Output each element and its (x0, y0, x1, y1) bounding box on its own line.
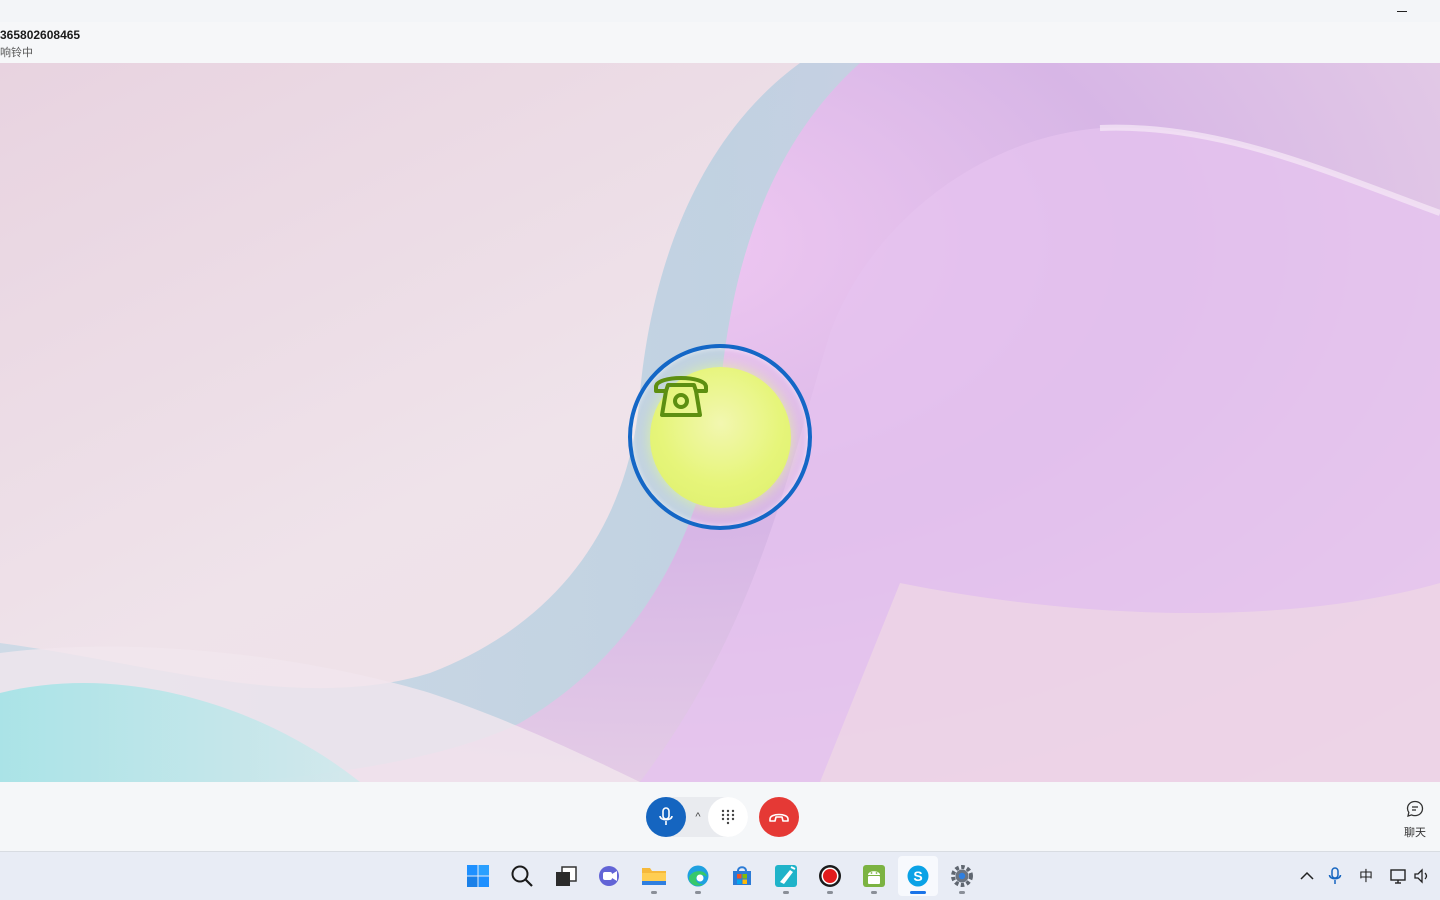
skype-icon: S (907, 865, 929, 887)
teams-chat-button[interactable] (590, 856, 630, 896)
microphone-icon (659, 807, 673, 825)
ime-indicator[interactable]: 中 (1354, 852, 1378, 900)
dialpad-button[interactable] (708, 797, 748, 837)
tray-volume[interactable] (1412, 852, 1432, 900)
broom-app-icon (775, 865, 797, 887)
tray-microphone[interactable] (1324, 852, 1346, 900)
chat-button[interactable]: 聊天 (1396, 800, 1434, 844)
caller-number: 365802608465 (0, 28, 81, 42)
mic-group: ^ (646, 797, 748, 837)
active-app-indicator (910, 891, 926, 894)
search-icon (511, 865, 533, 887)
record-icon (819, 865, 841, 887)
dialpad-icon (721, 809, 735, 825)
chevron-up-icon (1300, 871, 1314, 880)
edge-browser-icon (687, 865, 709, 887)
running-indicator (959, 891, 965, 894)
running-indicator (871, 891, 877, 894)
android-app-button[interactable] (854, 856, 894, 896)
mute-microphone-button[interactable] (646, 797, 686, 837)
call-status: 响铃中 (0, 47, 33, 59)
settings-gear-icon (951, 865, 973, 887)
running-indicator (783, 891, 789, 894)
task-view-button[interactable] (546, 856, 586, 896)
edge-browser-button[interactable] (678, 856, 718, 896)
microsoft-store-button[interactable] (722, 856, 762, 896)
folder-icon (642, 868, 666, 885)
tray-network[interactable] (1388, 852, 1410, 900)
taskbar: S 中 (0, 852, 1440, 900)
running-indicator (827, 891, 833, 894)
call-control-bar: ^ 聊天 (0, 782, 1440, 852)
skype-button[interactable]: S (898, 856, 938, 896)
microphone-icon (1328, 867, 1342, 884)
rotary-phone-icon (654, 376, 708, 417)
svg-text:S: S (913, 868, 922, 884)
file-explorer-button[interactable] (634, 856, 674, 896)
teams-chat-icon (599, 866, 619, 886)
task-view-icon (556, 866, 577, 886)
screen-recorder-button[interactable] (810, 856, 850, 896)
settings-button[interactable] (942, 856, 982, 896)
android-icon (863, 865, 885, 887)
hang-up-icon (769, 813, 789, 822)
windows-start-icon (467, 865, 489, 887)
network-icon (1390, 869, 1406, 884)
chat-label: 聊天 (1404, 827, 1426, 839)
window-titlebar (0, 0, 1440, 22)
mic-options-chevron[interactable]: ^ (690, 807, 706, 827)
running-indicator (695, 891, 701, 894)
call-avatar-orb (650, 367, 791, 508)
running-indicator (651, 891, 657, 894)
start-button[interactable] (458, 856, 498, 896)
chat-bubble-icon (1406, 800, 1424, 817)
hang-up-button[interactable] (759, 797, 799, 837)
tray-overflow-button[interactable] (1296, 852, 1318, 900)
cleaner-app-button[interactable] (766, 856, 806, 896)
speaker-icon (1414, 868, 1428, 884)
minimize-button[interactable] (1390, 2, 1414, 20)
microsoft-store-icon (733, 866, 751, 885)
call-header: 365802608465 响铃中 (0, 22, 1440, 63)
taskbar-search[interactable] (502, 856, 542, 896)
call-stage (0, 63, 1440, 782)
